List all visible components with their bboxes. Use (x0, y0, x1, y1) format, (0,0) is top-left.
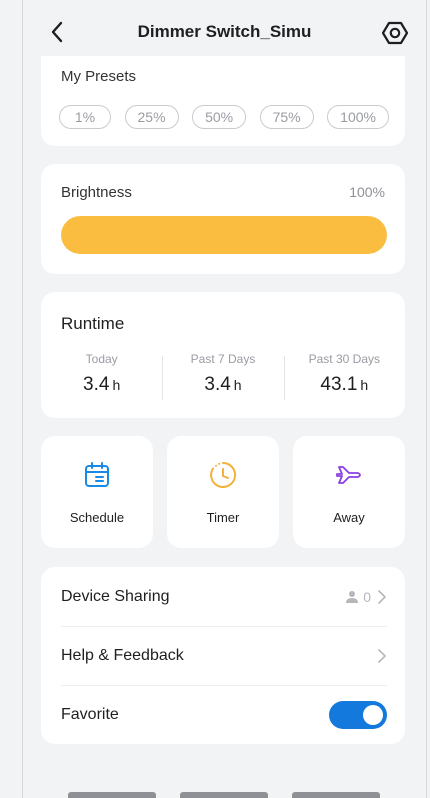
presets-label: My Presets (61, 68, 137, 85)
chevron-right-icon (378, 589, 386, 604)
page-title: Dimmer Switch_Simu (137, 22, 312, 41)
settings-list: Device Sharing 0 Help & Feedback Favorit… (41, 567, 405, 744)
presets-card: My Presets 1% 25% 50% 75% 100% (41, 56, 405, 146)
share-count: 0 (363, 588, 371, 605)
device-sharing-label: Device Sharing (61, 587, 170, 605)
runtime-title: Runtime (61, 314, 125, 333)
schedule-tile[interactable]: Schedule (41, 436, 153, 548)
preset-chip-50[interactable]: 50% (192, 105, 247, 129)
preset-row: 1% 25% 50% 75% 100% (59, 105, 389, 129)
hexagon-settings-icon (382, 21, 408, 45)
person-icon (346, 590, 359, 603)
back-button[interactable] (45, 20, 69, 44)
chevron-right-icon (378, 649, 386, 663)
preset-chip-25[interactable]: 25% (124, 105, 179, 129)
away-label: Away (333, 510, 365, 525)
chevron-left-icon (51, 21, 63, 43)
runtime-unit: h (112, 377, 121, 393)
runtime-number: 43.1 (320, 374, 358, 395)
runtime-number: 3.4 (204, 374, 231, 395)
runtime-card: Runtime Today 3.4 h Past 7 Days 3.4 h Past… (41, 292, 405, 418)
timer-label: Timer (206, 510, 240, 525)
favorite-row: Favorite (61, 685, 387, 744)
runtime-label: Past 30 Days (308, 352, 380, 366)
brightness-slider[interactable] (61, 216, 387, 254)
help-feedback-row[interactable]: Help & Feedback (61, 626, 387, 685)
brightness-slider-fill (61, 216, 387, 254)
bottom-edge (23, 792, 426, 798)
bottom-bar-segment (180, 792, 268, 798)
runtime-stats: Today 3.4 h Past 7 Days 3.4 h Past 30 Days… (41, 352, 405, 402)
runtime-value: 43.1 h (284, 374, 405, 396)
airplane-icon (336, 466, 361, 484)
brightness-card: Brightness 100% (41, 164, 405, 274)
bottom-bar-segment (292, 792, 380, 798)
toggle-knob (363, 705, 383, 725)
settings-button[interactable] (382, 20, 408, 46)
device-sharing-info: 0 (345, 589, 387, 605)
runtime-number: 3.4 (83, 374, 110, 395)
runtime-past-30-days: Past 30 Days 43.1 h (283, 352, 405, 402)
runtime-unit: h (233, 377, 242, 393)
runtime-today: Today 3.4 h (41, 352, 162, 402)
favorite-label: Favorite (61, 706, 119, 723)
clock-icon (210, 461, 237, 488)
preset-chip-75[interactable]: 75% (259, 105, 314, 129)
preset-chip-1[interactable]: 1% (59, 105, 111, 129)
device-sharing-row[interactable]: Device Sharing 0 (61, 567, 387, 626)
bottom-bar-segment (68, 792, 156, 798)
header: Dimmer Switch_Simu (23, 0, 426, 64)
timer-tile[interactable]: Timer (167, 436, 279, 548)
brightness-label: Brightness (61, 184, 132, 201)
runtime-label: Today (85, 352, 118, 366)
calendar-icon (85, 462, 109, 487)
preset-chip-100[interactable]: 100% (327, 105, 389, 129)
help-feedback-label: Help & Feedback (61, 647, 184, 664)
runtime-value: 3.4 h (41, 374, 162, 396)
runtime-past-7-days: Past 7 Days 3.4 h (162, 352, 283, 402)
away-tile[interactable]: Away (293, 436, 405, 548)
runtime-label: Past 7 Days (190, 352, 256, 366)
schedule-label: Schedule (69, 510, 125, 525)
runtime-value: 3.4 h (162, 374, 283, 396)
app-frame: Dimmer Switch_Simu My Presets 1% 25% 50%… (22, 0, 427, 798)
brightness-value: 100% (349, 184, 385, 200)
runtime-unit: h (360, 377, 369, 393)
favorite-toggle[interactable] (329, 701, 387, 729)
